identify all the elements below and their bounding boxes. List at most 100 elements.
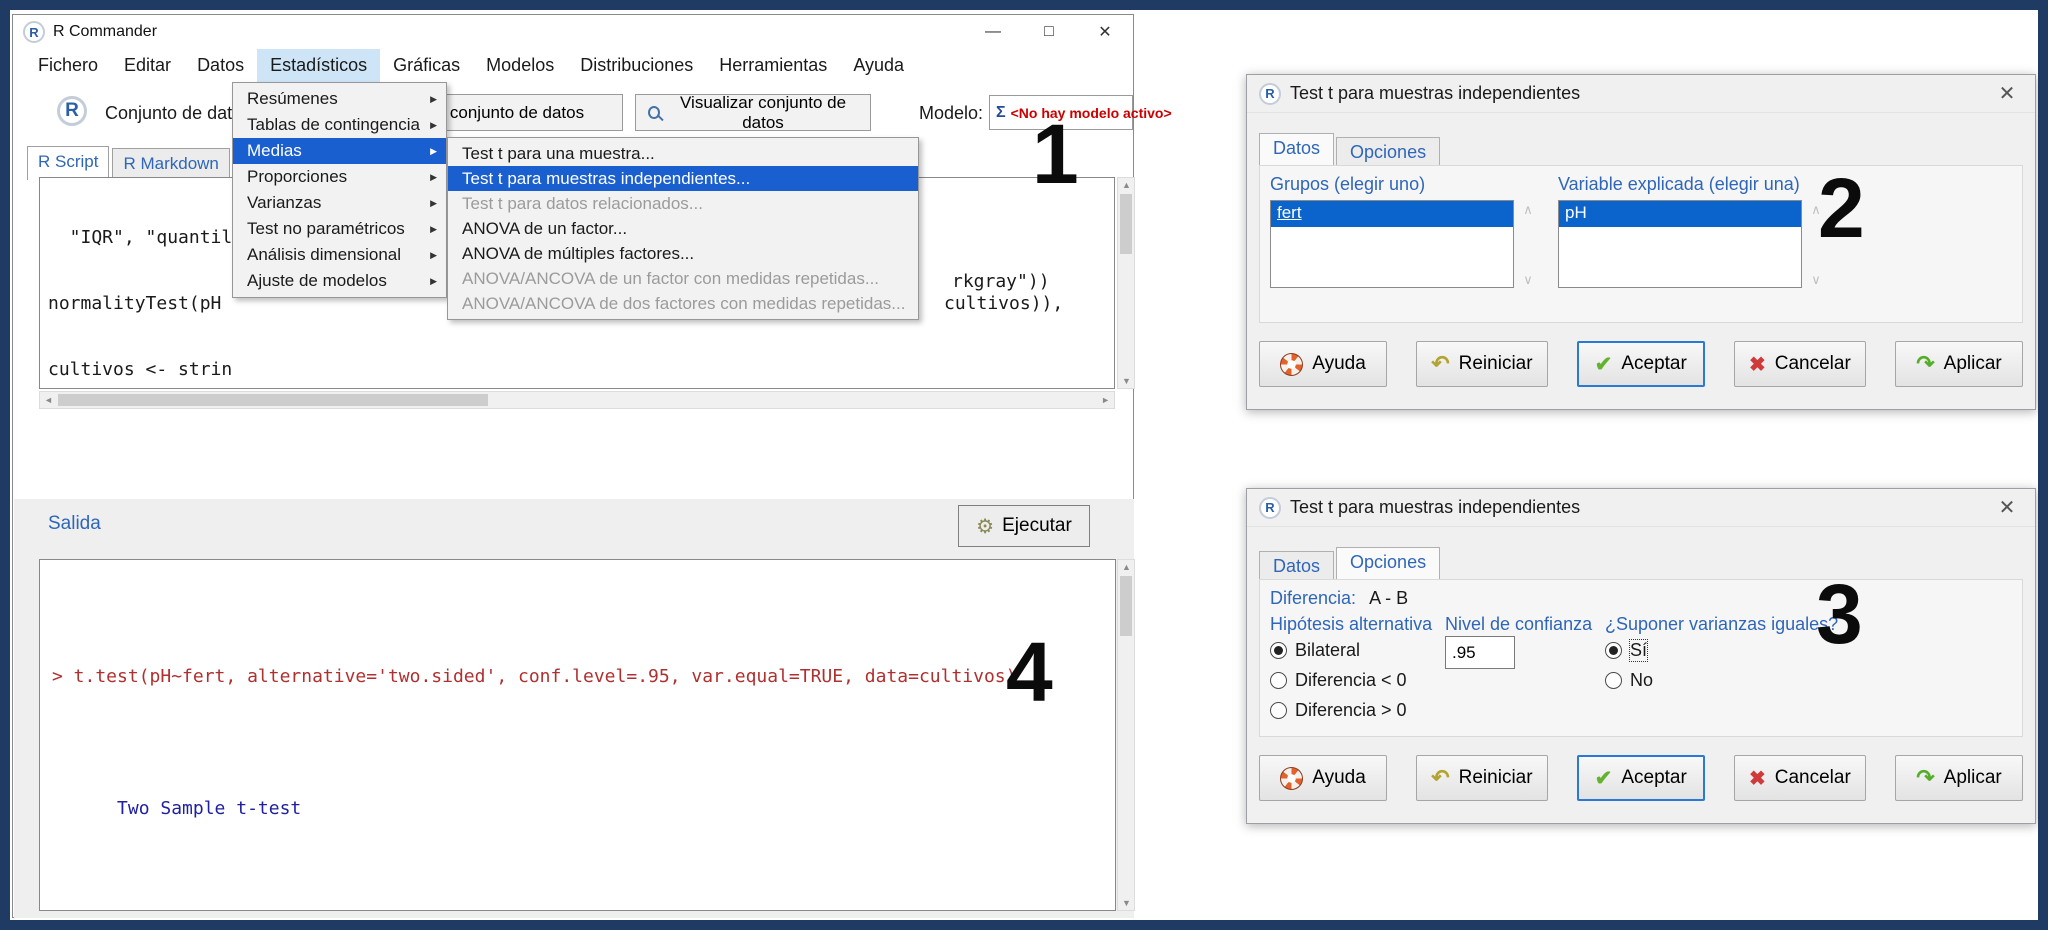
groups-selected-item[interactable]: fert [1271, 201, 1513, 227]
scroll-up-icon[interactable]: ∧ [1523, 202, 1533, 218]
window-title: R Commander [53, 23, 157, 41]
submenu-item-test-t-una-muestra[interactable]: Test t para una muestra... [448, 141, 918, 166]
menu-item-varianzas[interactable]: Varianzas▶ [233, 190, 446, 216]
checkmark-icon: ✔ [1595, 352, 1613, 377]
menu-item-ajuste-modelos[interactable]: Ajuste de modelos▶ [233, 268, 446, 294]
variable-selected-item[interactable]: pH [1559, 201, 1801, 227]
reset-button[interactable]: ↶Reiniciar [1416, 341, 1547, 387]
minimize-button[interactable]: — [965, 15, 1021, 49]
help-button[interactable]: Ayuda [1259, 341, 1387, 387]
rcommander-logo-icon: R [23, 21, 45, 43]
radio-diferencia-mayor[interactable]: Diferencia > 0 [1270, 700, 1407, 721]
view-dataset-button[interactable]: Visualizar conjunto de datos [635, 94, 871, 131]
tab-rmarkdown[interactable]: R Markdown [112, 148, 229, 180]
radio-diferencia-menor[interactable]: Diferencia < 0 [1270, 670, 1407, 691]
scroll-up-icon[interactable]: ▲ [1122, 562, 1131, 572]
scroll-down-icon[interactable]: ∨ [1523, 272, 1533, 288]
cancel-button[interactable]: ✖Cancelar [1734, 341, 1866, 387]
submenu-arrow-icon: ▶ [430, 250, 437, 261]
apply-button[interactable]: ↷Aplicar [1895, 341, 2023, 387]
menu-datos[interactable]: Datos [184, 49, 257, 82]
sigma-icon: Σ [996, 104, 1006, 122]
tab-datos[interactable]: Datos [1259, 133, 1334, 168]
menu-herramientas[interactable]: Herramientas [706, 49, 840, 82]
close-button[interactable]: ✕ [1077, 15, 1133, 49]
dialog-buttons: Ayuda ↶Reiniciar ✔Aceptar ✖Cancelar ↷Apl… [1259, 341, 2023, 387]
apply-button[interactable]: ↷Aplicar [1895, 755, 2023, 801]
variable-listbox[interactable]: pH [1558, 200, 1802, 288]
script-vertical-scrollbar[interactable]: ▲ ▼ [1117, 177, 1135, 389]
dialog-title-bar: R Test t para muestras independientes ✕ [1247, 75, 2035, 113]
opciones-panel: Diferencia: A - B Hipótesis alternativa … [1259, 579, 2023, 737]
submenu-item-test-t-independientes[interactable]: Test t para muestras independientes... [448, 166, 918, 191]
menu-estadisticos[interactable]: Estadísticos [257, 49, 380, 82]
menu-item-proporciones[interactable]: Proporciones▶ [233, 164, 446, 190]
lifebuoy-icon [1280, 767, 1303, 790]
script-line-overflow: rkgray")) [952, 271, 1050, 293]
accept-button[interactable]: ✔Aceptar [1577, 341, 1705, 387]
close-icon[interactable]: ✕ [1993, 495, 2021, 520]
execute-button[interactable]: ⚙ Ejecutar [958, 505, 1090, 547]
confidence-input[interactable] [1445, 636, 1515, 669]
dialog-title-bar: R Test t para muestras independientes ✕ [1247, 489, 2035, 527]
reset-button[interactable]: ↶Reiniciar [1416, 755, 1547, 801]
scroll-right-icon[interactable]: ► [1101, 395, 1110, 405]
menu-item-resumenes[interactable]: Resúmenes▶ [233, 86, 446, 112]
tab-rscript[interactable]: R Script [27, 146, 109, 180]
scroll-down-icon[interactable]: ▼ [1122, 898, 1131, 908]
groups-listbox[interactable]: fert [1270, 200, 1514, 288]
cross-icon: ✖ [1749, 352, 1766, 377]
title-bar: R R Commander — □ ✕ [13, 15, 1133, 49]
model-label: Modelo: [919, 103, 983, 124]
menu-distribuciones[interactable]: Distribuciones [567, 49, 706, 82]
menu-item-test-no-parametricos[interactable]: Test no paramétricos▶ [233, 216, 446, 242]
output-blank-line [52, 864, 1115, 886]
submenu-item-anova-multiples[interactable]: ANOVA de múltiples factores... [448, 241, 918, 266]
menu-item-analisis-dimensional[interactable]: Análisis dimensional▶ [233, 242, 446, 268]
radio-icon [1270, 672, 1287, 689]
menu-graficas[interactable]: Gráficas [380, 49, 473, 82]
equal-variances-label: ¿Suponer varianzas iguales? [1605, 614, 1838, 635]
radio-bilateral[interactable]: Bilateral [1270, 640, 1360, 661]
menu-modelos[interactable]: Modelos [473, 49, 567, 82]
menu-fichero[interactable]: Fichero [25, 49, 111, 82]
submenu-item-anova-un-factor[interactable]: ANOVA de un factor... [448, 216, 918, 241]
output-command: > t.test(pH~fert, alternative='two.sided… [52, 666, 1115, 688]
dialog-title: Test t para muestras independientes [1290, 497, 1580, 518]
scroll-up-icon[interactable]: ▲ [1122, 180, 1131, 190]
difference-value: A - B [1369, 588, 1408, 608]
help-button[interactable]: Ayuda [1259, 755, 1387, 801]
maximize-button[interactable]: □ [1021, 15, 1077, 49]
tab-datos[interactable]: Datos [1259, 551, 1334, 582]
scroll-down-icon[interactable]: ▼ [1122, 376, 1131, 386]
menu-ayuda[interactable]: Ayuda [840, 49, 917, 82]
menu-item-medias[interactable]: Medias▶ [233, 138, 446, 164]
estadisticos-dropdown-menu: Resúmenes▶ Tablas de contingencia▶ Media… [232, 82, 447, 298]
output-vertical-scrollbar[interactable]: ▲ ▼ [1117, 559, 1135, 911]
radio-no[interactable]: No [1605, 670, 1653, 691]
r-logo-icon: R [57, 96, 87, 126]
tab-opciones[interactable]: Opciones [1336, 137, 1440, 168]
groups-listbox-scroll[interactable]: ∧ ∨ [1518, 202, 1538, 288]
script-horizontal-scrollbar[interactable]: ◄ ► [39, 391, 1115, 409]
cross-icon: ✖ [1749, 766, 1766, 791]
submenu-item-ancova-dos-factores: ANOVA/ANCOVA de dos factores con medidas… [448, 291, 918, 316]
submenu-arrow-icon: ▶ [430, 120, 437, 131]
submenu-arrow-icon: ▶ [430, 146, 437, 157]
tab-opciones[interactable]: Opciones [1336, 547, 1440, 582]
scrollbar-thumb[interactable] [1120, 576, 1132, 636]
accept-button[interactable]: ✔Aceptar [1577, 755, 1705, 801]
scroll-down-icon[interactable]: ∨ [1811, 272, 1821, 288]
cancel-button[interactable]: ✖Cancelar [1734, 755, 1866, 801]
radio-si[interactable]: Sí [1605, 640, 1647, 661]
execute-label: Ejecutar [1002, 515, 1072, 537]
menu-editar[interactable]: Editar [111, 49, 184, 82]
gear-icon: ⚙ [976, 514, 994, 539]
scrollbar-thumb[interactable] [58, 394, 488, 406]
submenu-arrow-icon: ▶ [430, 224, 437, 235]
scroll-left-icon[interactable]: ◄ [44, 395, 53, 405]
menu-item-tablas-contingencia[interactable]: Tablas de contingencia▶ [233, 112, 446, 138]
close-icon[interactable]: ✕ [1993, 81, 2021, 106]
scrollbar-thumb[interactable] [1120, 194, 1132, 254]
output-console[interactable]: > t.test(pH~fert, alternative='two.sided… [39, 559, 1116, 911]
